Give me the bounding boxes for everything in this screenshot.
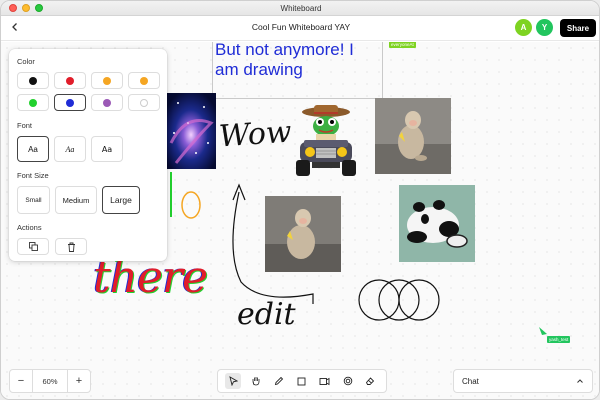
pen-icon: [274, 376, 284, 386]
whiteboard-window: Whiteboard Cool Fun Whiteboard YAY A Y S…: [0, 0, 600, 400]
tool-shapes[interactable]: [340, 373, 356, 389]
tool-pen[interactable]: [271, 373, 287, 389]
avatar[interactable]: Y: [536, 19, 553, 36]
title-bar: Whiteboard: [1, 1, 599, 16]
duplicate-button[interactable]: [17, 238, 49, 255]
minimize-window-button[interactable]: [22, 4, 30, 12]
color-swatch-white[interactable]: [128, 94, 160, 111]
font-option-serif[interactable]: Aa: [54, 136, 86, 162]
duplicate-icon: [28, 242, 38, 251]
tool-bar: [217, 369, 387, 393]
color-swatch-red[interactable]: [54, 72, 86, 89]
square-icon: [298, 377, 306, 385]
color-swatch-orange[interactable]: [91, 72, 123, 89]
zoom-level: 60%: [32, 370, 68, 392]
style-panel: Color Font Aa Aa Aa Font Size Small Medi…: [9, 49, 167, 261]
zoom-out-button[interactable]: −: [10, 370, 32, 392]
font-size-medium[interactable]: Medium: [55, 186, 97, 214]
font-size-small[interactable]: Small: [17, 186, 50, 214]
hand-icon: [252, 377, 260, 386]
font-size-large[interactable]: Large: [102, 186, 140, 214]
font-size-options: Small Medium Large: [17, 186, 159, 214]
font-option-sans[interactable]: Aa: [17, 136, 49, 162]
font-size-section-label: Font Size: [17, 171, 49, 180]
share-button[interactable]: Share: [560, 19, 596, 37]
zoom-in-button[interactable]: +: [68, 370, 90, 392]
color-swatches: [17, 72, 160, 111]
chat-toggle[interactable]: Chat: [453, 369, 593, 393]
font-option-alt[interactable]: Aa: [91, 136, 123, 162]
window-controls: [9, 4, 43, 12]
chat-label: Chat: [462, 376, 479, 386]
maximize-window-button[interactable]: [35, 4, 43, 12]
font-options: Aa Aa Aa: [17, 136, 159, 162]
collaborator-cursor-tag: yash_test: [547, 336, 571, 343]
tool-select[interactable]: [225, 373, 242, 389]
avatar[interactable]: A: [515, 19, 532, 36]
color-section-label: Color: [17, 57, 35, 66]
color-swatch-purple[interactable]: [91, 94, 123, 111]
pointer-icon: [229, 376, 238, 386]
actions-section-label: Actions: [17, 223, 42, 232]
action-buttons: [17, 238, 159, 255]
sticky-note-icon: [319, 377, 330, 385]
window-title: Whiteboard: [280, 3, 322, 13]
chevron-up-icon: [577, 379, 583, 383]
shapes-icon: [343, 376, 352, 386]
color-swatch-blue[interactable]: [54, 94, 86, 111]
trash-icon: [67, 242, 75, 252]
color-swatch-green[interactable]: [17, 94, 49, 111]
zoom-controls: − 60% +: [9, 369, 91, 393]
board-title: Cool Fun Whiteboard YAY: [251, 22, 351, 32]
whiteboard-canvas[interactable]: But not anymore! I am drawing everyoneAt: [1, 42, 599, 399]
tool-sticky-note[interactable]: [317, 373, 333, 389]
tool-pan[interactable]: [248, 373, 264, 389]
handwriting-wow[interactable]: Wow: [218, 115, 293, 155]
handwriting-edit[interactable]: edit: [237, 297, 296, 332]
color-swatch-black[interactable]: [17, 72, 49, 89]
font-section-label: Font: [17, 121, 33, 130]
eraser-icon: [366, 377, 375, 385]
tool-eraser[interactable]: [362, 373, 378, 389]
color-swatch-yellow[interactable]: [128, 72, 160, 89]
tool-rectangle[interactable]: [294, 373, 310, 389]
top-bar: Cool Fun Whiteboard YAY A Y Share: [1, 16, 599, 41]
delete-button[interactable]: [55, 238, 87, 255]
close-window-button[interactable]: [9, 4, 17, 12]
